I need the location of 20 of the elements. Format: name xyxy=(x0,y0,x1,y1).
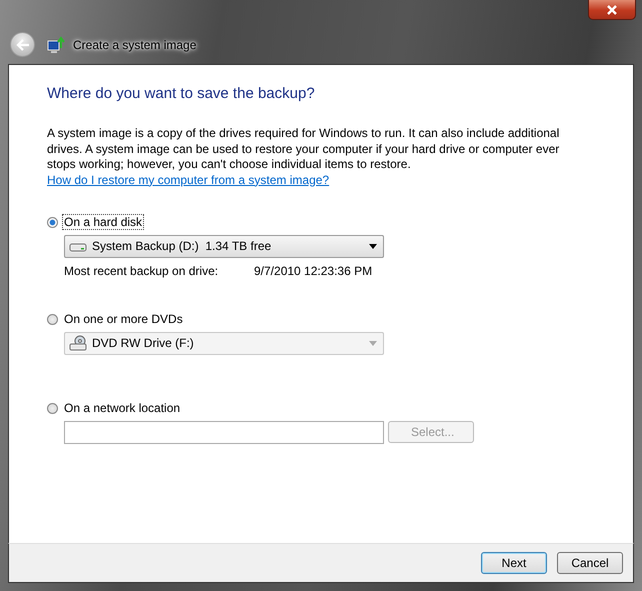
network-path-field[interactable] xyxy=(64,420,384,444)
backup-computer-icon xyxy=(47,36,65,54)
back-button[interactable] xyxy=(10,32,35,57)
radio-option[interactable]: On a network location xyxy=(47,400,182,416)
close-button[interactable] xyxy=(588,0,636,20)
back-arrow-icon xyxy=(16,38,30,50)
caret-icon xyxy=(369,244,377,248)
backup-date: 9/7/2010 12:23:36 PM xyxy=(254,264,372,278)
description-paragraph: A system image is a copy of the drives required for Windows to run. It can also include additional drives. A system image can be used to restore your computer if your hard drive or computer ever stops working; however, you can't choose individual items to restore. How do I restore my computer from a system image? xyxy=(47,126,560,188)
dialog-button[interactable]: Next xyxy=(481,552,547,574)
page-heading: Where do you want to save the backup? xyxy=(47,85,316,102)
dvd-drive-icon xyxy=(69,335,87,351)
dialog-button[interactable]: Cancel xyxy=(557,552,623,574)
close-icon xyxy=(606,4,618,14)
caret-icon xyxy=(369,340,377,346)
radio-option[interactable]: On one or more DVDs xyxy=(47,311,185,327)
help-link[interactable]: How do I restore my computer from a system image? xyxy=(47,172,330,186)
window-title: Create a system image xyxy=(73,38,196,52)
info-label: Most recent backup on drive: xyxy=(64,264,220,278)
drive-dropdown[interactable]: System Backup (D:) 1.34 TB free xyxy=(64,234,384,258)
